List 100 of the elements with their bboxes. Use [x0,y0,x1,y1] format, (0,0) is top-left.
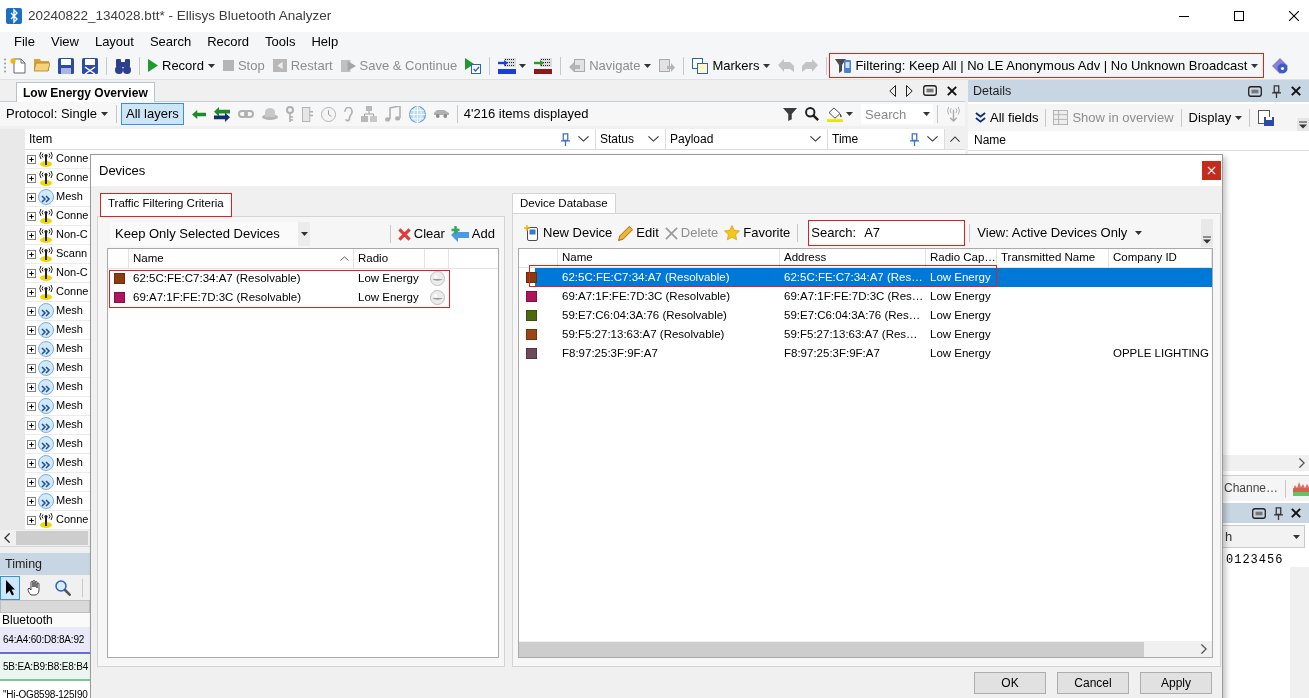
scrollbar-thumb[interactable] [519,641,1144,657]
pointer-tool[interactable] [0,575,20,600]
menu-item[interactable]: Tools [257,34,304,50]
search-label: Search: [810,224,857,243]
column-header[interactable]: Radio Cap… [926,249,997,267]
column-header[interactable]: Transmitted Name [997,249,1109,267]
column-header[interactable]: Status [596,129,666,149]
tree-item[interactable]: Conne [56,285,89,299]
table-row[interactable]: 62:5C:FE:C7:34:A7 (Resolvable) 62:5C:FE:C7:34:A7 (Res… Low Energy [519,268,1212,287]
tree-item[interactable]: Mesh [56,342,83,356]
pin-button[interactable] [1269,82,1284,100]
edit-button[interactable]: Edit [615,221,662,245]
overflow-button[interactable] [1201,219,1213,247]
table-row[interactable]: 59:E7:C6:04:3A:76 (Resolvable) 59:E7:C6:04:3A:76 (Res… Low Energy [519,306,1212,325]
column-header[interactable]: Radio [354,249,425,268]
dropdown-field[interactable]: h [1222,525,1305,548]
search-field[interactable]: Search [861,104,919,124]
tree-item[interactable]: Mesh [56,380,83,394]
car-icon [433,110,449,118]
ok-button[interactable]: OK [974,672,1046,694]
mesh-globe-icon [38,493,54,509]
filtering-button[interactable]: Filtering: Keep All | No LE Anonymous Adv | No Unknown Broadcast [831,54,1263,77]
menu-item[interactable]: Help [303,34,347,50]
tree-item[interactable]: Mesh [56,323,83,337]
chevron-down-icon [810,136,821,142]
menu-item[interactable]: Layout [86,34,142,50]
mesh-globe-icon [38,360,54,376]
table-row[interactable]: 69:A7:1F:FE:7D:3C (Resolvable) 69:A7:1F:FE:7D:3C (Res… Low Energy [519,287,1212,306]
column-header[interactable]: Company ID [1109,249,1212,267]
cancel-button[interactable]: Cancel [1057,672,1129,694]
tree-item[interactable]: Non-C [56,266,88,280]
record-button[interactable]: Record [144,54,219,77]
tree-item[interactable]: Mesh [56,456,83,470]
display-button[interactable]: Display [1185,106,1246,129]
dropdown-button[interactable] [919,104,933,124]
table-cell-text: 69:A7:1F:FE:7D:3C (Res… [783,289,925,304]
window-button[interactable] [1245,83,1265,99]
protocol-dropdown[interactable]: Protocol: Single [2,102,113,126]
panel-tab[interactable]: Device Database [512,193,616,213]
mode-dropdown[interactable]: Keep Only Selected Devices [110,222,310,246]
menu-item[interactable]: View [42,34,87,50]
table-cell-text: 62:5C:FE:C7:34:A7 (Resolvable) [132,271,302,286]
search-field[interactable]: A7 [856,221,965,245]
tree-item[interactable]: Conne [56,513,89,527]
caret-icon [1135,231,1143,235]
antenna-icon [38,512,54,528]
antenna-icon [38,284,54,300]
menu-item[interactable]: Record [199,34,258,50]
binoculars-icon [115,57,131,74]
save-icon [58,57,74,74]
apply-button[interactable]: Apply [1140,672,1212,694]
tree-item[interactable]: Conne [56,171,89,185]
layers-button[interactable]: All layers [121,103,184,125]
column-header[interactable]: Payload [666,129,828,149]
tree-item[interactable]: Mesh [56,418,83,432]
panel-tab[interactable]: Traffic Filtering Criteria [100,193,232,216]
scrollbar-thumb[interactable] [16,531,88,545]
table-row[interactable]: 59:F5:27:13:63:A7 (Resolvable) 59:F5:27:13:63:A7 (Res… Low Energy [519,325,1212,344]
overflow-button[interactable] [1297,118,1309,131]
tree-item[interactable]: Mesh [56,361,83,375]
close-button[interactable] [1288,84,1304,98]
new-device-button[interactable]: New Device [521,221,616,245]
all-fields-button[interactable]: All fields [972,106,1042,129]
tree-item[interactable]: Scann [56,247,88,261]
table-icon [1053,110,1069,125]
menu-item[interactable]: File [6,34,43,50]
tree-item[interactable]: Mesh [56,475,83,489]
tree-item[interactable]: Mesh [56,494,83,508]
menu-item[interactable]: Search [141,34,200,50]
page-arrow-icon [569,58,586,73]
tree-item[interactable]: Conne [56,209,89,223]
column-header[interactable]: Name [129,249,354,268]
view-dropdown[interactable]: View: Active Devices Only [974,221,1146,245]
music-note-icon [384,106,401,122]
search-box[interactable]: Search: A7 [808,220,966,246]
add-button[interactable]: Add [447,222,498,246]
chevron-left-icon [4,533,10,543]
clear-button[interactable]: Clear [394,222,448,246]
column-header[interactable]: Address [780,249,926,267]
swap-arrows-icon [213,106,230,122]
overflow-icon [1299,121,1307,129]
column-header[interactable]: Name [558,249,780,267]
tree-item[interactable]: Mesh [56,399,83,413]
device-address: 5B:EA:B9:B8:E8:B4 [3,660,88,673]
document-tab[interactable]: Low Energy Overview [16,82,155,102]
tree-item[interactable]: Non-C [56,228,88,242]
tree-item[interactable]: Mesh [56,190,83,204]
column-header[interactable]: Name [968,133,1006,148]
table-row[interactable]: F8:97:25:3F:9F:A7 F8:97:25:3F:9F:A7 Low Energy OPPLE LIGHTING [519,344,1212,363]
markers-button[interactable]: Markers [688,54,775,77]
tree-item[interactable]: Mesh [56,304,83,318]
tree-item[interactable]: Mesh [56,437,83,451]
favorite-button[interactable]: Favorite [721,221,794,245]
close-icon [947,85,957,96]
scrollbar[interactable] [945,129,965,149]
column-header[interactable]: Item [25,129,596,149]
tree-item[interactable]: Conne [56,152,89,166]
play-check-icon [465,57,482,74]
scrollbar[interactable] [0,600,90,613]
markers-icon [692,57,709,74]
